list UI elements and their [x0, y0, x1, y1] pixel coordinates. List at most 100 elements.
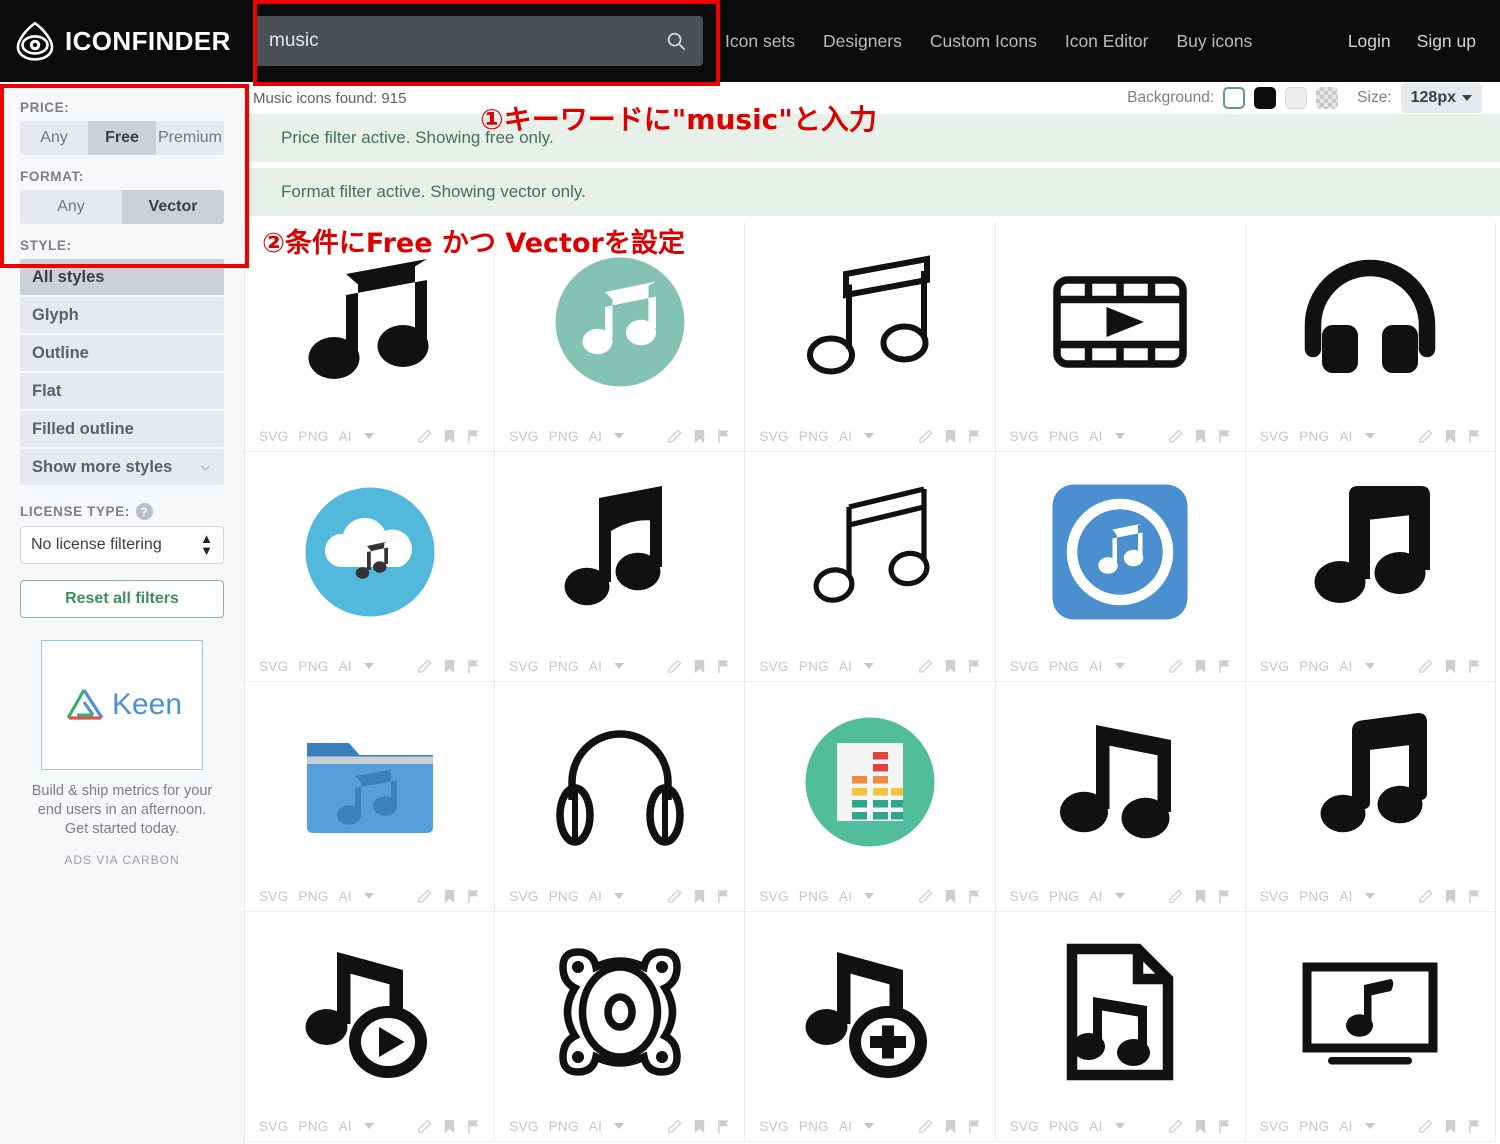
edit-pencil-icon[interactable]	[918, 429, 933, 444]
bookmark-icon[interactable]	[443, 1119, 456, 1134]
bookmark-icon[interactable]	[1194, 889, 1207, 904]
format-ai[interactable]: AI	[1089, 429, 1102, 444]
format-more-caret-icon[interactable]	[614, 433, 624, 439]
edit-pencil-icon[interactable]	[417, 429, 432, 444]
bookmark-icon[interactable]	[1194, 429, 1207, 444]
flag-icon[interactable]	[1468, 429, 1481, 444]
film-strip-play-icon[interactable]	[996, 222, 1245, 421]
edit-pencil-icon[interactable]	[918, 889, 933, 904]
flag-icon[interactable]	[1218, 429, 1231, 444]
icon-card[interactable]: SVG PNG AI	[245, 912, 495, 1142]
edit-pencil-icon[interactable]	[1168, 429, 1183, 444]
flag-icon[interactable]	[717, 429, 730, 444]
format-more-caret-icon[interactable]	[1365, 433, 1375, 439]
nav-item-icon-sets[interactable]: Icon sets	[725, 31, 795, 52]
flag-icon[interactable]	[1468, 659, 1481, 674]
background-swatch-black[interactable]	[1254, 87, 1276, 109]
format-svg[interactable]: SVG	[759, 429, 788, 444]
format-svg[interactable]: SVG	[259, 1119, 288, 1134]
format-ai[interactable]: AI	[589, 429, 602, 444]
edit-pencil-icon[interactable]	[1418, 429, 1433, 444]
format-svg[interactable]: SVG	[259, 659, 288, 674]
format-ai[interactable]: AI	[589, 1119, 602, 1134]
icon-card[interactable]: SVG PNG AI	[495, 912, 745, 1142]
edit-pencil-icon[interactable]	[1418, 889, 1433, 904]
icon-card[interactable]: SVG PNG AI	[745, 222, 995, 452]
bookmark-icon[interactable]	[1444, 1119, 1457, 1134]
flag-icon[interactable]	[467, 889, 480, 904]
format-more-caret-icon[interactable]	[614, 663, 624, 669]
bookmark-icon[interactable]	[1194, 1119, 1207, 1134]
icon-card[interactable]: SVG PNG AI	[495, 452, 745, 682]
format-svg[interactable]: SVG	[759, 1119, 788, 1134]
show-more-styles-button[interactable]: Show more styles	[20, 449, 224, 485]
bookmark-icon[interactable]	[1194, 659, 1207, 674]
style-option-flat[interactable]: Flat	[20, 373, 224, 409]
format-ai[interactable]: AI	[339, 1119, 352, 1134]
edit-pencil-icon[interactable]	[667, 1119, 682, 1134]
flag-icon[interactable]	[968, 429, 981, 444]
icon-card[interactable]: SVG PNG AI	[996, 222, 1246, 452]
bookmark-icon[interactable]	[944, 429, 957, 444]
icon-card[interactable]: SVG PNG AI	[996, 452, 1246, 682]
icon-card[interactable]: SVG PNG AI	[745, 912, 995, 1142]
format-ai[interactable]: AI	[839, 659, 852, 674]
single-eighth-note-solid-icon[interactable]	[495, 452, 744, 651]
edit-pencil-icon[interactable]	[1418, 659, 1433, 674]
edit-pencil-icon[interactable]	[417, 889, 432, 904]
format-svg[interactable]: SVG	[1010, 429, 1039, 444]
bookmark-icon[interactable]	[443, 429, 456, 444]
edit-pencil-icon[interactable]	[667, 429, 682, 444]
edit-pencil-icon[interactable]	[918, 1119, 933, 1134]
format-svg[interactable]: SVG	[509, 889, 538, 904]
bookmark-icon[interactable]	[693, 429, 706, 444]
format-more-caret-icon[interactable]	[364, 433, 374, 439]
music-note-add-plus-icon[interactable]	[745, 912, 994, 1111]
login-link[interactable]: Login	[1348, 31, 1391, 52]
headphones-outline-icon[interactable]	[495, 682, 744, 881]
format-png[interactable]: PNG	[1299, 1119, 1329, 1134]
bookmark-icon[interactable]	[1444, 659, 1457, 674]
format-svg[interactable]: SVG	[1260, 889, 1289, 904]
format-ai[interactable]: AI	[1089, 659, 1102, 674]
icon-card[interactable]: SVG PNG AI	[996, 682, 1246, 912]
icon-card[interactable]: SVG PNG AI	[1246, 222, 1496, 452]
price-option-free[interactable]: Free	[88, 121, 156, 155]
edit-pencil-icon[interactable]	[417, 1119, 432, 1134]
format-png[interactable]: PNG	[298, 659, 328, 674]
format-svg[interactable]: SVG	[259, 889, 288, 904]
bookmark-icon[interactable]	[443, 889, 456, 904]
format-ai[interactable]: AI	[839, 429, 852, 444]
flag-icon[interactable]	[717, 1119, 730, 1134]
format-more-caret-icon[interactable]	[1365, 1123, 1375, 1129]
signup-link[interactable]: Sign up	[1417, 31, 1476, 52]
flag-icon[interactable]	[1468, 889, 1481, 904]
format-svg[interactable]: SVG	[1010, 889, 1039, 904]
flag-icon[interactable]	[717, 659, 730, 674]
format-svg[interactable]: SVG	[1260, 659, 1289, 674]
flag-icon[interactable]	[467, 659, 480, 674]
bookmark-icon[interactable]	[944, 1119, 957, 1134]
format-ai[interactable]: AI	[339, 889, 352, 904]
flag-icon[interactable]	[467, 1119, 480, 1134]
format-png[interactable]: PNG	[799, 659, 829, 674]
edit-pencil-icon[interactable]	[1168, 889, 1183, 904]
music-file-document-icon[interactable]	[996, 912, 1245, 1111]
icon-card[interactable]: SVG PNG AI	[245, 682, 495, 912]
format-png[interactable]: PNG	[1299, 659, 1329, 674]
format-more-caret-icon[interactable]	[864, 1123, 874, 1129]
format-more-caret-icon[interactable]	[1365, 893, 1375, 899]
format-ai[interactable]: AI	[1339, 659, 1352, 674]
format-png[interactable]: PNG	[1299, 429, 1329, 444]
cloud-music-blue-circle-icon[interactable]	[245, 452, 494, 651]
format-ai[interactable]: AI	[339, 429, 352, 444]
itunes-blue-rounded-square-icon[interactable]	[996, 452, 1245, 651]
format-more-caret-icon[interactable]	[1115, 1123, 1125, 1129]
format-ai[interactable]: AI	[1339, 429, 1352, 444]
format-png[interactable]: PNG	[298, 889, 328, 904]
style-option-all-styles[interactable]: All styles	[20, 259, 224, 295]
format-png[interactable]: PNG	[799, 889, 829, 904]
music-note-play-button-icon[interactable]	[245, 912, 494, 1111]
edit-pencil-icon[interactable]	[667, 889, 682, 904]
format-more-caret-icon[interactable]	[864, 663, 874, 669]
